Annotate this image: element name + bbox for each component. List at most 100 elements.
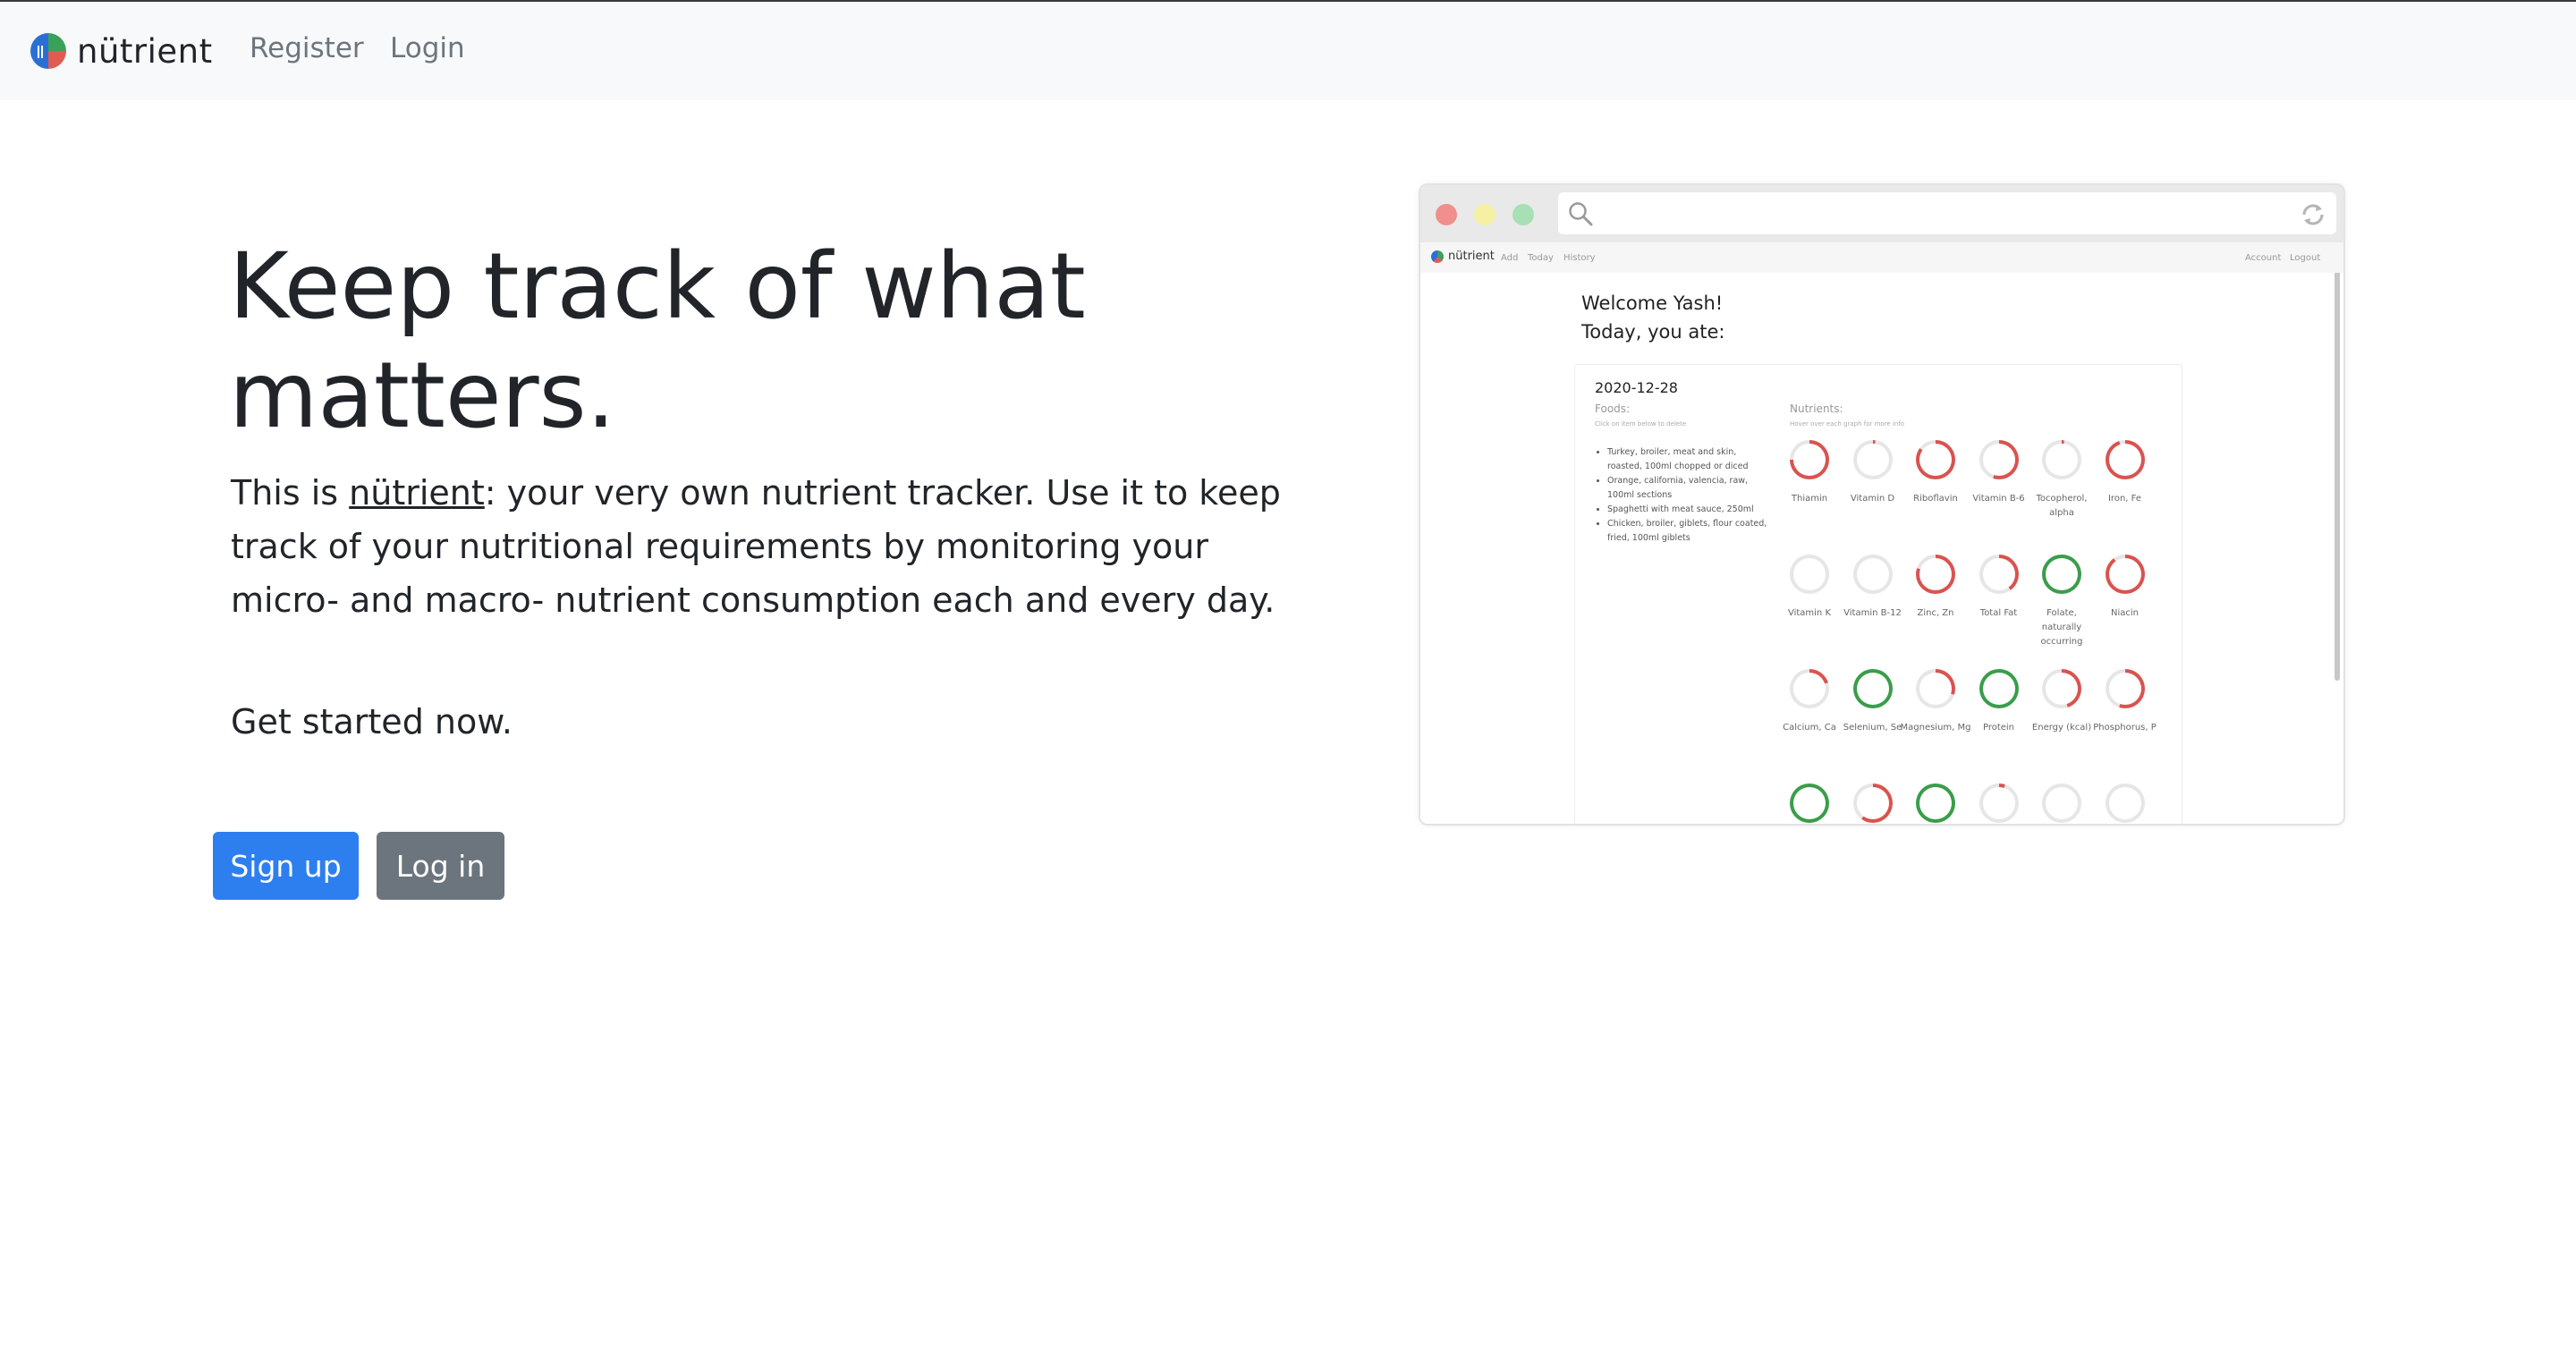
nutrient-ring-center — [1982, 787, 2015, 819]
nutrient-ring[interactable] — [1979, 784, 2019, 823]
nutrient-ring-label: Total Fat — [1979, 608, 2018, 618]
nutrient-ring-center — [2046, 673, 2078, 705]
preview-nutrients-label: Nutrients: — [1790, 402, 1843, 415]
nutrient-ring[interactable] — [1916, 440, 1955, 479]
get-started-text: Get started now. — [231, 702, 513, 741]
nutrient-ring-label: Vitamin B-12 — [1843, 608, 1902, 618]
nutrient-ring-center — [2046, 558, 2078, 590]
preview-nutrients-hint: Hover over each graph for more info — [1790, 420, 1905, 428]
nutrient-ring[interactable] — [1790, 669, 1829, 708]
preview-navbar: nütrient Add Today History Account Logou… — [1420, 242, 2343, 273]
preview-logo-icon — [1431, 250, 1444, 263]
browser-toolbar — [1420, 185, 2343, 242]
nutrient-ring-center — [1919, 673, 1952, 705]
nutrient-ring[interactable] — [1979, 669, 2019, 708]
nutrient-ring-label: Calcium, Ca — [1783, 723, 1836, 733]
nutrient-ring[interactable] — [1979, 555, 2019, 594]
nutrient-ring[interactable] — [2105, 440, 2145, 479]
nutrient-ring-label: Vitamin K — [1787, 608, 1832, 618]
log-in-button[interactable]: Log in — [377, 832, 504, 900]
nutrient-ring-center — [1856, 558, 1889, 590]
preview-food-item: Turkey, broiler, meat and skin, roasted,… — [1607, 445, 1772, 474]
preview-food-item: Spaghetti with meat sauce, 250ml — [1607, 503, 1772, 517]
hero-description: This is nütrient: your very own nutrient… — [231, 466, 1304, 627]
nutrient-ring[interactable] — [1790, 784, 1829, 823]
nutrient-ring-label: Iron, Fe — [2107, 494, 2141, 504]
preview-food-item: Orange, california, valencia, raw, 100ml… — [1607, 474, 1772, 503]
nutrient-ring[interactable] — [2042, 669, 2081, 708]
preview-welcome: Welcome Yash! Today, you ate: — [1581, 289, 1724, 346]
nutrient-ring[interactable] — [2042, 440, 2081, 479]
nutrient-ring[interactable] — [1790, 555, 1829, 594]
nutrient-ring-label: Vitamin B-6 — [1972, 494, 2025, 504]
preview-nav-link: Today — [1528, 253, 1554, 263]
preview-nav-link: History — [1563, 253, 1596, 263]
app-preview-screenshot: nütrient Add Today History Account Logou… — [1419, 183, 2345, 826]
nutrient-ring[interactable] — [1852, 784, 1893, 823]
nutrient-ring[interactable] — [2042, 784, 2081, 823]
nav-register-link[interactable]: Register — [250, 32, 364, 64]
preview-foods-label: Foods: — [1595, 402, 1631, 415]
preview-date: 2020-12-28 — [1595, 379, 1678, 396]
nutrient-ring-center — [1856, 787, 1889, 819]
nutrient-ring-label: Vitamin D — [1850, 494, 1895, 504]
nutrient-ring-label: Magnesium, Mg — [1900, 723, 1971, 733]
nutrient-ring[interactable] — [1852, 669, 1893, 708]
preview-welcome-title: Welcome Yash! — [1581, 292, 1724, 314]
nutrient-ring[interactable] — [1852, 440, 1893, 479]
brand-name: nütrient — [77, 31, 213, 71]
nutrient-ring-label: Phosphorus, P — [2093, 723, 2157, 733]
nutrient-ring[interactable] — [1979, 440, 2019, 479]
nutrient-ring[interactable] — [1916, 555, 1955, 594]
window-maximize-dot-icon — [1513, 204, 1534, 225]
nutrient-ring-label: Riboflavin — [1913, 494, 1958, 504]
sign-up-button[interactable]: Sign up — [213, 832, 359, 900]
nutrient-ring-center — [2108, 673, 2141, 705]
nutrient-ring[interactable] — [2105, 555, 2145, 594]
pie-chart-logo-icon — [30, 33, 66, 69]
nutrient-ring[interactable] — [2105, 669, 2145, 708]
hero-brand-name: nütrient — [349, 473, 485, 513]
preview-brand-name: nütrient — [1448, 250, 1495, 263]
nutrient-ring-center — [1856, 673, 1889, 705]
nutrient-ring[interactable] — [1916, 669, 1955, 708]
nutrient-ring[interactable] — [1790, 440, 1829, 479]
preview-nav-link: Add — [1501, 253, 1519, 263]
nutrient-ring-center — [2108, 444, 2141, 476]
window-minimize-dot-icon — [1474, 204, 1496, 225]
nutrient-ring-label: Tocopherol, alpha — [2036, 494, 2088, 518]
preview-brand: nütrient — [1431, 250, 1495, 263]
nutrient-ring[interactable] — [1852, 555, 1893, 594]
preview-nav-link: Logout — [2290, 253, 2321, 263]
hero-title: Keep track of what matters. — [229, 233, 1086, 449]
nutrient-ring-label: Selenium, Se — [1843, 723, 1902, 733]
nav-login-link[interactable]: Login — [390, 32, 465, 64]
preview-food-item: Chicken, broiler, giblets, flour coated,… — [1607, 517, 1772, 546]
search-icon — [1569, 202, 1593, 226]
nutrient-ring-center — [1982, 673, 2015, 705]
nutrient-ring-center — [1793, 558, 1826, 590]
nutrient-ring-center — [2108, 558, 2141, 590]
nutrient-ring[interactable] — [1916, 784, 1955, 823]
hero-text-prefix: This is — [231, 473, 350, 513]
nutrient-ring-label: Folate, naturally occurring — [2040, 608, 2083, 647]
nutrient-ring[interactable] — [2105, 784, 2145, 823]
nutrient-ring-center — [1982, 558, 2015, 590]
browser-address-bar — [1558, 192, 2336, 234]
nutrient-ring-center — [1919, 787, 1952, 819]
brand[interactable]: nütrient — [29, 28, 213, 74]
nutrient-ring[interactable] — [2042, 555, 2081, 594]
nutrient-ring-label: Protein — [1982, 723, 2015, 733]
nutrient-ring-center — [1793, 673, 1826, 705]
preview-scrollbar — [2334, 242, 2340, 681]
refresh-icon — [2302, 204, 2324, 225]
navbar: nütrient Register Login — [0, 2, 2576, 100]
window-close-dot-icon — [1436, 204, 1457, 225]
nutrient-ring-center — [1919, 444, 1952, 476]
nutrient-ring-label: Niacin — [2110, 608, 2139, 618]
preview-nav-link: Account — [2245, 253, 2282, 263]
nutrient-ring-label: Zinc, Zn — [1917, 608, 1954, 618]
preview-day-card: 2020-12-28 Foods: Click on item below to… — [1574, 364, 2182, 824]
nutrient-ring-center — [2046, 444, 2078, 476]
preview-welcome-subtitle: Today, you ate: — [1581, 321, 1725, 343]
